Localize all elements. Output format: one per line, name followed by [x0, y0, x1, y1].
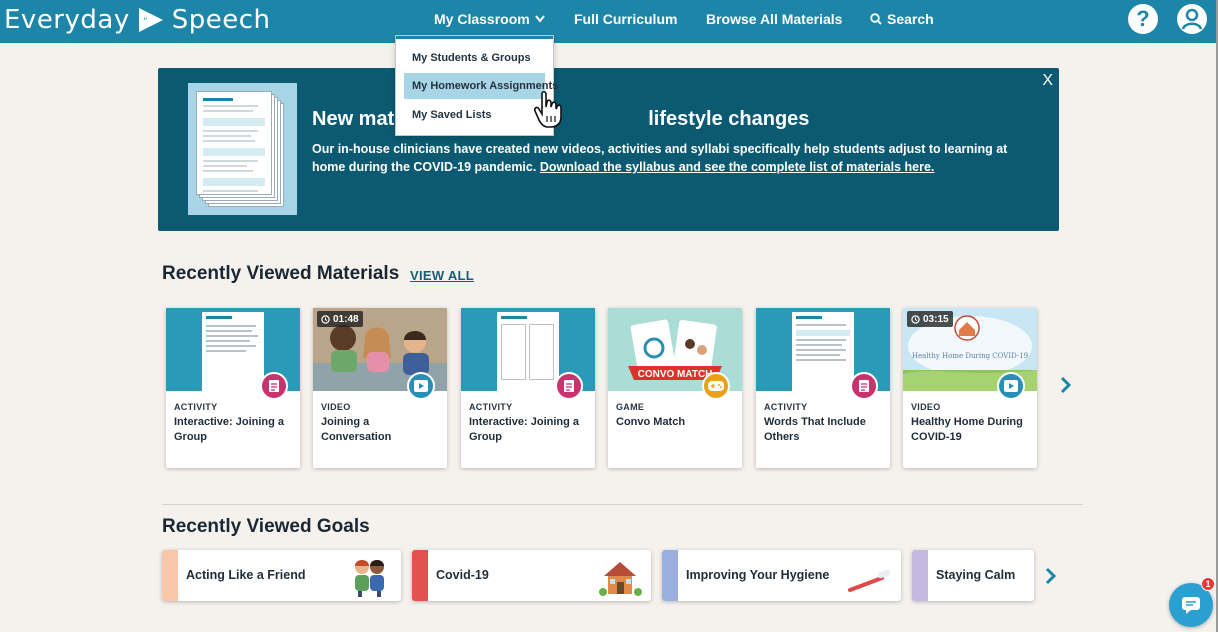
- dropdown-item-students-groups[interactable]: My Students & Groups: [404, 45, 545, 71]
- chat-icon: [1182, 597, 1200, 614]
- help-icon: ?: [1136, 6, 1150, 31]
- logo-mark-icon: “: [138, 8, 163, 32]
- clock-icon: [321, 314, 330, 324]
- video-duration: 01:48: [317, 311, 363, 327]
- goal-label: Staying Calm: [936, 568, 1016, 582]
- house-icon: [599, 562, 642, 596]
- my-classroom-dropdown: My Students & Groups My Homework Assignm…: [395, 35, 558, 136]
- chevron-down-icon: [534, 15, 545, 23]
- goal-card[interactable]: Improving Your Hygiene: [662, 550, 901, 601]
- goal-accent-bar: [162, 550, 178, 601]
- logo-text-right: Speech: [171, 5, 271, 35]
- goal-accent-bar: [412, 550, 428, 601]
- material-card[interactable]: ACTIVITY Interactive: Joining a Group: [166, 308, 300, 468]
- material-card[interactable]: CONVO MATCH GAME Convo Match: [608, 308, 742, 468]
- svg-text:“: “: [143, 17, 148, 27]
- goal-accent-bar: [912, 550, 928, 601]
- logo-text-left: Everyday: [4, 5, 130, 35]
- view-all-link[interactable]: VIEW ALL: [410, 268, 474, 283]
- goal-accent-bar: [662, 550, 678, 601]
- goal-card[interactable]: Staying Calm: [912, 550, 1034, 601]
- play-icon: [997, 372, 1025, 400]
- duration-label: 03:15: [923, 313, 949, 325]
- document-icon: [260, 372, 288, 400]
- convo-match-art-text: CONVO MATCH: [638, 369, 713, 380]
- nav-search[interactable]: Search: [870, 11, 934, 27]
- nav-browse-all-materials[interactable]: Browse All Materials: [706, 11, 842, 27]
- nav-my-classroom[interactable]: My Classroom: [434, 11, 545, 27]
- banner-title-start: New mat: [312, 108, 395, 130]
- card-title: Joining a Conversation: [321, 416, 392, 443]
- card-title: Interactive: Joining a Group: [174, 416, 285, 443]
- card-type: ACTIVITY: [469, 402, 513, 412]
- friends-icon: [355, 560, 384, 597]
- card-title: Healthy Home During COVID-19: [911, 416, 1023, 443]
- card-title: Words That Include Others: [764, 416, 866, 443]
- card-type: ACTIVITY: [764, 402, 808, 412]
- gamepad-icon: [702, 372, 730, 400]
- covid-banner: X New mat lifestyle changes Our in-house …: [158, 68, 1059, 231]
- document-icon: [555, 372, 583, 400]
- card-title: Interactive: Joining a Group: [469, 416, 580, 443]
- material-card[interactable]: ACTIVITY Interactive: Joining a Group: [461, 308, 595, 468]
- dropdown-item-saved-lists[interactable]: My Saved Lists: [404, 102, 545, 128]
- help-button[interactable]: ?: [1128, 4, 1158, 34]
- logo[interactable]: Everyday “ Speech: [4, 4, 271, 36]
- hand-cursor-icon: [534, 90, 562, 128]
- nav-browse-all-label: Browse All Materials: [706, 11, 843, 27]
- material-card[interactable]: ACTIVITY Words That Include Others: [756, 308, 890, 468]
- video-duration: 03:15: [907, 311, 953, 327]
- card-title: Convo Match: [616, 416, 686, 428]
- recent-goals-title: Recently Viewed Goals: [162, 516, 370, 537]
- material-card[interactable]: 01:48 VIDEO Joining a Conversation: [313, 308, 447, 468]
- dropdown-item-homework-assignments[interactable]: My Homework Assignments: [404, 73, 558, 99]
- material-card[interactable]: Healthy Home During COVID-19 03:15 VIDEO…: [903, 308, 1037, 468]
- document-icon: [850, 372, 878, 400]
- account-icon[interactable]: [1176, 3, 1208, 35]
- banner-title-end: lifestyle changes: [648, 108, 810, 130]
- goals-next-arrow-icon[interactable]: [1044, 566, 1058, 586]
- section-divider: [162, 504, 1083, 505]
- nav-full-curriculum-label: Full Curriculum: [574, 11, 678, 27]
- recent-materials-title: Recently Viewed Materials: [162, 263, 400, 284]
- clock-icon: [911, 314, 920, 324]
- top-nav-bar: Everyday “ Speech My Classroom Full Curr…: [0, 0, 1218, 43]
- play-icon: [407, 372, 435, 400]
- card-type: GAME: [616, 402, 645, 412]
- syllabus-document-icon: [188, 83, 297, 215]
- dropdown-item-label: My Students & Groups: [412, 52, 531, 64]
- syllabus-download-link[interactable]: Download the syllabus and see the comple…: [540, 160, 935, 174]
- goal-card[interactable]: Acting Like a Friend: [162, 550, 401, 601]
- goal-label: Improving Your Hygiene: [686, 568, 830, 582]
- nav-my-classroom-label: My Classroom: [434, 11, 530, 27]
- card-type: VIDEO: [911, 402, 941, 412]
- dropdown-item-label: My Saved Lists: [412, 109, 492, 121]
- duration-label: 01:48: [333, 313, 359, 325]
- chat-unread-badge: 1: [1201, 577, 1215, 591]
- nav-full-curriculum[interactable]: Full Curriculum: [574, 11, 677, 27]
- banner-text: Our in-house clinicians have created new…: [312, 140, 1032, 176]
- materials-next-arrow-icon[interactable]: [1059, 375, 1073, 395]
- close-banner-button[interactable]: X: [1042, 72, 1053, 90]
- goal-card[interactable]: Covid-19: [412, 550, 651, 601]
- goal-label: Covid-19: [436, 568, 489, 582]
- goal-label: Acting Like a Friend: [186, 568, 306, 582]
- card-type: ACTIVITY: [174, 402, 218, 412]
- healthy-home-art-text: Healthy Home During COVID-19: [912, 352, 1028, 360]
- search-icon: [870, 13, 882, 25]
- toothbrush-icon: [848, 569, 891, 592]
- card-type: VIDEO: [321, 402, 351, 412]
- nav-search-label: Search: [887, 11, 934, 27]
